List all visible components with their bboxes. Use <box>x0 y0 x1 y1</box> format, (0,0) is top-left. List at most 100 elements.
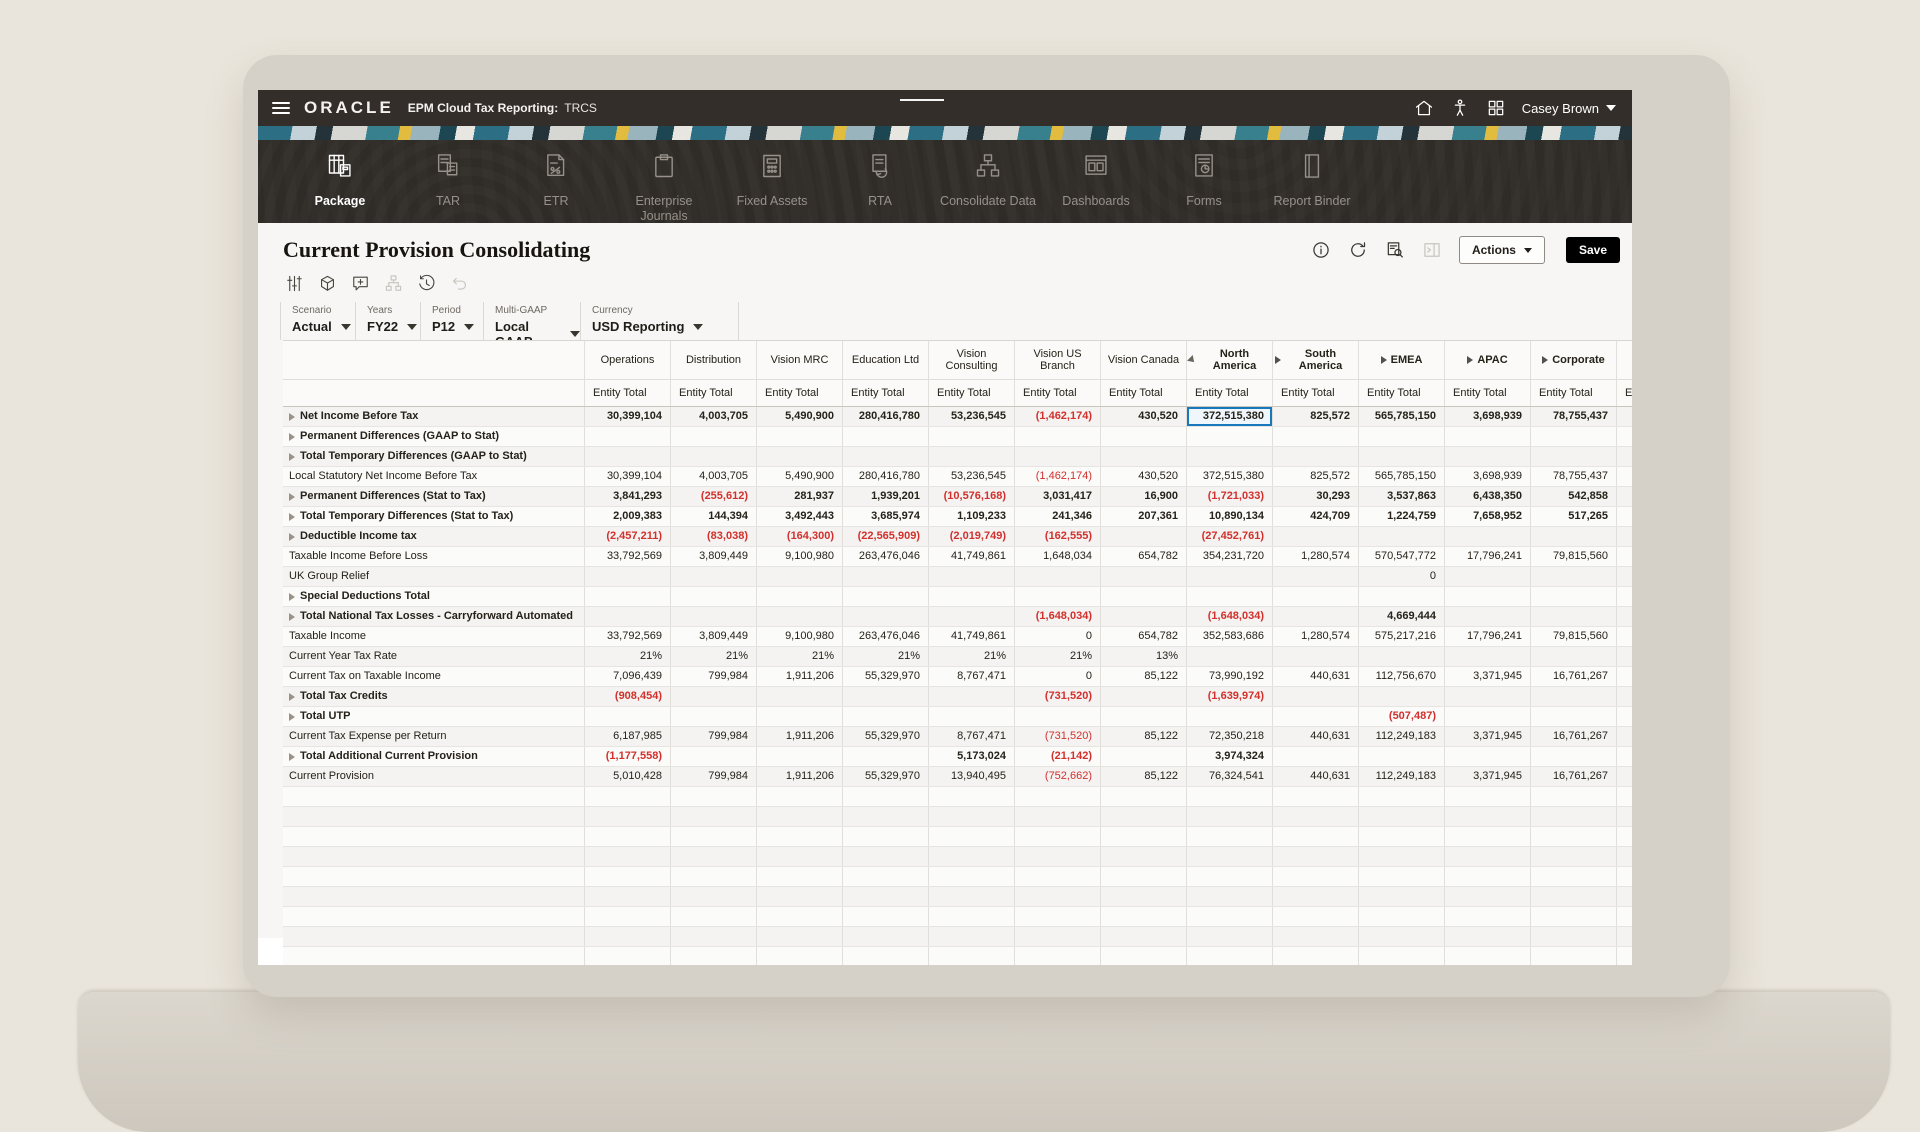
data-cell[interactable] <box>585 947 671 965</box>
data-cell[interactable]: (162,555) <box>1015 527 1101 546</box>
info-icon[interactable] <box>1311 240 1331 260</box>
data-cell[interactable] <box>1445 647 1531 666</box>
data-cell[interactable]: 241,346 <box>1015 507 1101 526</box>
data-cell[interactable]: (1,648,034) <box>1187 607 1273 626</box>
column-header-south-america[interactable]: South America <box>1273 341 1359 379</box>
data-cell[interactable] <box>1273 607 1359 626</box>
history-icon[interactable] <box>417 274 436 293</box>
data-cell[interactable] <box>843 827 929 846</box>
data-cell[interactable] <box>671 807 757 826</box>
data-cell[interactable] <box>1531 647 1617 666</box>
data-cell[interactable] <box>1273 447 1359 466</box>
data-cell[interactable] <box>1015 927 1101 946</box>
data-cell[interactable] <box>1273 867 1359 886</box>
data-cell[interactable] <box>585 887 671 906</box>
data-cell[interactable] <box>1273 587 1359 606</box>
data-cell[interactable] <box>1015 567 1101 586</box>
data-cell[interactable] <box>1273 827 1359 846</box>
ribbon-item-enterprise-journals[interactable]: Enterprise Journals <box>610 140 718 223</box>
subheader-entity-total[interactable]: Entity Total <box>1445 380 1531 406</box>
data-cell[interactable] <box>843 927 929 946</box>
data-cell[interactable]: 21% <box>585 647 671 666</box>
data-cell[interactable] <box>757 947 843 965</box>
data-cell[interactable] <box>1531 447 1617 466</box>
data-cell[interactable] <box>1359 927 1445 946</box>
data-cell[interactable] <box>1015 827 1101 846</box>
data-cell[interactable]: 1,280,574 <box>1273 547 1359 566</box>
data-cell[interactable]: 3,841,293 <box>585 487 671 506</box>
data-cell[interactable] <box>929 447 1015 466</box>
data-cell[interactable]: 825,572 <box>1273 407 1359 426</box>
data-cell[interactable] <box>671 827 757 846</box>
data-cell[interactable]: 7,096,439 <box>585 667 671 686</box>
data-cell[interactable] <box>1359 907 1445 926</box>
data-cell[interactable]: (731,520) <box>1015 727 1101 746</box>
data-cell[interactable] <box>1445 787 1531 806</box>
subheader-entity-total[interactable]: Entity Total <box>1101 380 1187 406</box>
data-cell[interactable]: (10,576,168) <box>929 487 1015 506</box>
data-cell[interactable]: 280,416,780 <box>843 467 929 486</box>
column-header-emea[interactable]: EMEA <box>1359 341 1445 379</box>
data-cell[interactable]: 0 <box>1359 567 1445 586</box>
data-cell[interactable] <box>929 827 1015 846</box>
data-cell[interactable]: 1,648,034 <box>1015 547 1101 566</box>
ribbon-item-fixed-assets[interactable]: Fixed Assets <box>718 140 826 223</box>
data-cell[interactable] <box>757 707 843 726</box>
actions-button[interactable]: Actions <box>1459 236 1545 264</box>
data-cell[interactable] <box>929 927 1015 946</box>
data-cell[interactable]: 3,371,945 <box>1445 727 1531 746</box>
data-cell[interactable]: 517,265 <box>1531 507 1617 526</box>
data-cell[interactable]: 0 <box>1015 627 1101 646</box>
data-cell[interactable] <box>1531 867 1617 886</box>
data-cell[interactable] <box>1101 887 1187 906</box>
expand-arrow-icon[interactable] <box>289 613 295 621</box>
column-header-vision-consulting[interactable]: Vision Consulting <box>929 341 1015 379</box>
data-cell[interactable] <box>671 867 757 886</box>
save-button[interactable]: Save <box>1566 237 1620 263</box>
data-cell[interactable] <box>929 707 1015 726</box>
data-cell[interactable] <box>1187 847 1273 866</box>
data-cell[interactable]: (1,639,974) <box>1187 687 1273 706</box>
data-cell[interactable] <box>1445 427 1531 446</box>
data-cell[interactable] <box>929 847 1015 866</box>
column-header-education-ltd[interactable]: Education Ltd <box>843 341 929 379</box>
data-cell[interactable] <box>1187 807 1273 826</box>
row-label[interactable] <box>283 807 585 826</box>
data-cell[interactable]: 9,100,980 <box>757 627 843 646</box>
data-cell[interactable] <box>1445 607 1531 626</box>
data-cell[interactable] <box>1101 587 1187 606</box>
subheader-entity-total[interactable]: Entity Total <box>757 380 843 406</box>
expand-triangle-icon[interactable] <box>1542 356 1548 364</box>
data-cell[interactable] <box>1187 927 1273 946</box>
grid-search-icon[interactable] <box>1385 240 1405 260</box>
data-cell[interactable] <box>1101 527 1187 546</box>
row-label[interactable] <box>283 867 585 886</box>
expand-arrow-icon[interactable] <box>289 493 295 501</box>
row-label[interactable]: Current Tax on Taxable Income <box>283 667 585 686</box>
data-cell[interactable]: 21% <box>1015 647 1101 666</box>
data-cell[interactable] <box>585 447 671 466</box>
data-cell[interactable] <box>1531 807 1617 826</box>
data-cell[interactable] <box>1531 947 1617 965</box>
data-cell[interactable] <box>1101 747 1187 766</box>
subheader-entity-total[interactable]: Entity Total <box>1015 380 1101 406</box>
data-cell[interactable]: 207,361 <box>1101 507 1187 526</box>
data-cell[interactable]: 76,324,541 <box>1187 767 1273 786</box>
data-cell[interactable]: (255,612) <box>671 487 757 506</box>
data-cell[interactable]: 16,761,267 <box>1531 767 1617 786</box>
data-cell[interactable]: 430,520 <box>1101 467 1187 486</box>
data-cell[interactable]: 565,785,150 <box>1359 467 1445 486</box>
data-cell[interactable] <box>843 907 929 926</box>
data-cell[interactable]: (731,520) <box>1015 687 1101 706</box>
data-cell[interactable]: (2,019,749) <box>929 527 1015 546</box>
data-cell[interactable] <box>1359 807 1445 826</box>
data-cell[interactable]: 3,031,417 <box>1015 487 1101 506</box>
data-cell[interactable] <box>929 587 1015 606</box>
data-cell[interactable]: 654,782 <box>1101 627 1187 646</box>
data-cell[interactable]: 280,416,780 <box>843 407 929 426</box>
expand-arrow-icon[interactable] <box>289 533 295 541</box>
row-label[interactable] <box>283 847 585 866</box>
expand-arrow-icon[interactable] <box>289 593 295 601</box>
data-cell[interactable] <box>929 607 1015 626</box>
data-cell[interactable]: 570,547,772 <box>1359 547 1445 566</box>
